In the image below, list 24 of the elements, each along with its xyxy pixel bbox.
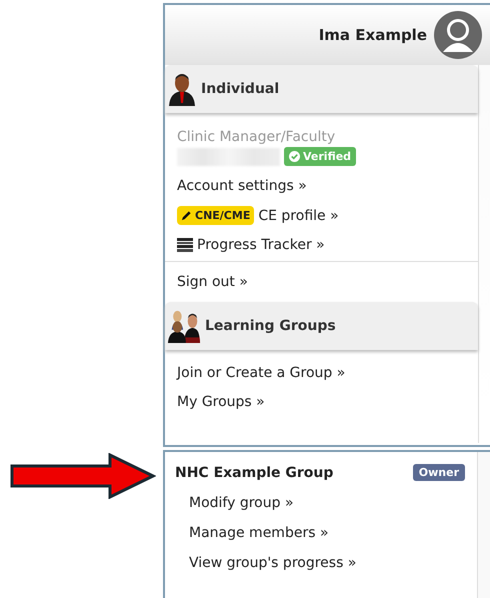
menu-link[interactable]: Account settings » [177, 178, 307, 194]
menu-link[interactable]: My Groups » [177, 394, 265, 410]
arrow-icon [10, 453, 156, 499]
group-name: NHC Example Group [175, 464, 334, 480]
check-icon [289, 151, 300, 162]
section-title: Individual [201, 81, 280, 97]
group-link[interactable]: Manage members » [189, 525, 329, 541]
user-name: Ima Example [318, 26, 427, 44]
role-badge: Owner [412, 464, 465, 481]
pencil-icon [181, 210, 192, 221]
list-icon [177, 238, 193, 252]
verified-badge: Verified [284, 147, 356, 166]
sign-out-link[interactable]: Sign out » [177, 274, 248, 290]
menu-link[interactable]: Progress Tracker » [197, 237, 325, 253]
section-title: Learning Groups [205, 318, 336, 334]
role-label: Clinic Manager/Faculty [177, 129, 336, 145]
menu-link[interactable]: Join or Create a Group » [177, 365, 346, 381]
people-icon [167, 309, 201, 343]
group-link[interactable]: Modify group » [189, 495, 294, 511]
person-icon [167, 72, 197, 106]
group-link[interactable]: View group's progress » [189, 555, 356, 571]
cne-badge: CNE/CME [177, 206, 254, 225]
avatar-icon[interactable] [433, 10, 483, 60]
menu-link[interactable]: CE profile » [258, 208, 339, 224]
